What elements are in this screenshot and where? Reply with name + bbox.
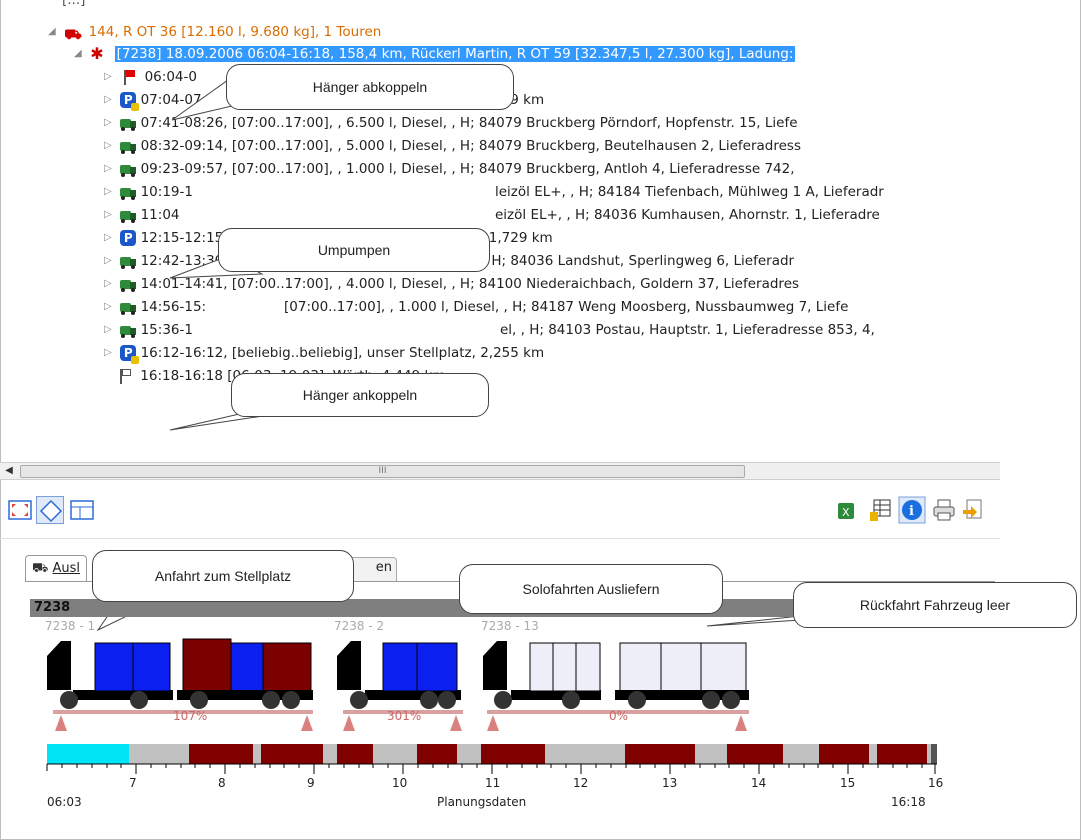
tree-row-stop[interactable]: ▷ 14:56-15: [104,296,206,318]
tree-row-stop-tail: leizöl EL+, , H; 84184 Tiefenbach, Mühlw… [495,184,884,200]
tree-row-stop[interactable]: ▷ 08:32-09:14, [07:00..17:00], , 5.000 l… [104,135,801,157]
white-flag-icon [116,368,134,384]
svg-text:i: i [909,504,914,519]
toolbar: X i [0,492,1000,532]
expand-toggle-icon[interactable]: ▷ [104,135,116,157]
tree-row-stop[interactable]: ▷ 15:36-1 [104,319,193,341]
tree-row-selected[interactable]: ◢ ✱ [7238] 18.09.2006 06:04-16:18, 158,4… [74,43,796,65]
tree-row-stop[interactable]: ▷ P 16:12-16:12, [beliebig..beliebig], u… [104,342,544,364]
tick-label: 8 [218,776,226,790]
timeline-end: 16:18 [891,795,926,809]
scroll-left-icon[interactable]: ◀ [2,464,16,478]
tick-label: 15 [840,776,856,790]
excel-export-icon[interactable]: X [832,496,860,524]
load-percent: 107% [173,709,208,723]
callout-solofahrten: Solofahrten Ausliefern [459,564,723,614]
load-percent: 301% [387,709,422,723]
expand-toggle-icon[interactable]: ▷ [104,181,116,203]
truck-icon: ⛟ [32,561,53,576]
tick-label: 10 [392,776,408,790]
tree-row-stop[interactable]: ▷ 11:04 [104,204,180,226]
tree-row-stop-tail: [07:00..17:00], , 1.000 l, Diesel, , H; … [284,299,849,315]
export-icon[interactable] [960,496,988,524]
tanker-truck-icon [120,277,137,292]
tick-label: 16 [928,776,944,790]
tick-label: 12 [573,776,589,790]
tanker-truck-icon [120,139,137,154]
table-view-icon[interactable] [68,496,96,524]
vehicle-graphics [47,638,749,731]
tick-label: 13 [662,776,678,790]
callout-umpumpen: Umpumpen [218,228,490,272]
scroll-thumb[interactable]: III [20,465,745,478]
parking-hitch-icon: P [120,345,140,364]
expand-toggle-icon[interactable]: ◢ [74,43,86,65]
tanker-truck-icon [120,162,137,177]
tree-row-stop[interactable]: ▷ 07:41-08:26, [07:00..17:00], , 6.500 l… [104,112,798,134]
tree-row-stop[interactable]: ▷ 06:04-0 [104,66,197,88]
callout-rueckfahrt: Rückfahrt Fahrzeug leer [793,582,1077,628]
tanker-truck-icon [120,300,137,315]
expand-toggle-icon[interactable]: ▷ [104,273,116,295]
tanker-truck-icon [120,254,137,269]
select-tool-icon[interactable] [36,496,64,524]
timeline-bar [46,744,937,774]
tree-row-tour[interactable]: ◢ ⛟ 144, R OT 36 [12.160 l, 9.680 kg], 1… [48,21,381,43]
timeline-caption: Planungsdaten [437,795,527,809]
expand-toggle-icon[interactable]: ▷ [104,227,116,249]
tree-row-stop[interactable]: ▷ 10:19-1 [104,181,193,203]
timeline-start: 06:03 [47,795,82,809]
expand-toggle-icon[interactable]: ▷ [104,342,116,364]
horizontal-scrollbar[interactable]: ◀ III [0,462,1000,480]
info-icon[interactable]: i [898,496,926,524]
parking-icon: P [120,230,137,246]
tree-row-stop[interactable]: ▷ 14:01-14:41, [07:00..17:00], , 4.000 l… [104,273,799,295]
tree-row-stop-tail: eizöl EL+, , H; 84036 Kumhausen, Ahornst… [495,207,880,223]
expand-toggle-icon[interactable]: ▷ [104,112,116,134]
separator [0,538,1000,539]
callout-haenger-abkoppeln: Hänger abkoppeln [226,64,514,110]
parking-hitch-icon: P [120,92,140,111]
tick-label: 14 [751,776,767,790]
expand-toggle-icon[interactable]: ▷ [104,66,116,88]
tick-label: 7 [129,776,137,790]
expand-toggle-icon[interactable]: ▷ [104,204,116,226]
tree-row-stop[interactable]: ▷ 09:23-09:57, [07:00..17:00], , 1.000 l… [104,158,795,180]
svg-text:X: X [842,506,850,519]
tanker-truck-icon [120,208,137,223]
load-percent: 0% [609,709,629,723]
tick-label: 11 [485,776,501,790]
expand-toggle-icon[interactable]: ▷ [104,319,116,341]
callout-haenger-ankoppeln: Hänger ankoppeln [231,373,489,417]
tick-label: 9 [307,776,315,790]
tanker-truck-icon [120,185,137,200]
red-flag-icon [120,69,138,85]
tree-cut-row: [...] [62,0,86,8]
expand-toggle-icon[interactable]: ▷ [104,158,116,180]
tanker-truck-icon [120,116,137,131]
expand-toggle-icon[interactable]: ▷ [104,296,116,318]
snowflake-icon: ✱ [90,44,104,63]
fit-view-icon[interactable] [6,496,34,524]
tree-row-stop-tail: el, , H; 84103 Postau, Hauptstr. 1, Lief… [500,322,875,338]
expand-toggle-icon[interactable]: ▷ [104,250,116,272]
print-icon[interactable] [930,496,958,524]
grid-report-icon[interactable] [866,496,894,524]
tanker-truck-icon [120,323,137,338]
callout-anfahrt: Anfahrt zum Stellplatz [92,550,354,602]
truck-icon: ⛟ [64,27,82,43]
expand-toggle-icon[interactable]: ◢ [48,21,60,43]
expand-toggle-icon[interactable]: ▷ [104,89,116,111]
tab-auslieferung[interactable]: ⛟ Ausl [25,555,88,581]
